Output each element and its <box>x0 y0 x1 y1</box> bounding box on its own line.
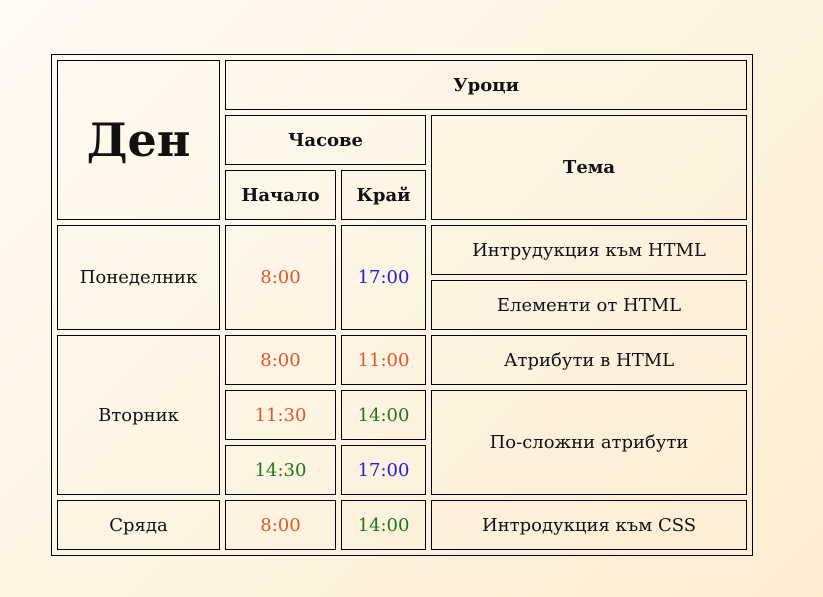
end-cell-tuesday-1: 11:00 <box>341 335 426 385</box>
end-cell-tuesday-2: 14:00 <box>341 390 426 440</box>
end-cell-wednesday: 14:00 <box>341 500 426 550</box>
start-cell-tuesday-3: 14:30 <box>225 445 336 495</box>
topic-cell-tuesday-2: По-сложни атрибути <box>431 390 748 495</box>
end-header: Край <box>341 170 426 220</box>
hours-header: Часове <box>225 115 426 165</box>
day-cell-monday: Понеделник <box>57 225 220 330</box>
topic-cell-monday-1: Интрудукция към HTML <box>431 225 748 275</box>
day-header: Ден <box>57 60 220 220</box>
start-cell-tuesday-1: 8:00 <box>225 335 336 385</box>
start-cell-monday: 8:00 <box>225 225 336 330</box>
topic-cell-tuesday-1: Атрибути в HTML <box>431 335 748 385</box>
start-cell-wednesday: 8:00 <box>225 500 336 550</box>
topic-cell-wednesday: Интродукция към CSS <box>431 500 748 550</box>
start-header: Начало <box>225 170 336 220</box>
schedule-table: Ден Уроци Часове Тема Начало Край Понеде… <box>51 54 754 556</box>
end-cell-monday: 17:00 <box>341 225 426 330</box>
topic-cell-monday-2: Елементи от HTML <box>431 280 748 330</box>
start-cell-tuesday-2: 11:30 <box>225 390 336 440</box>
day-cell-wednesday: Сряда <box>57 500 220 550</box>
lessons-header: Уроци <box>225 60 748 110</box>
end-cell-tuesday-3: 17:00 <box>341 445 426 495</box>
day-cell-tuesday: Вторник <box>57 335 220 495</box>
topic-header: Тема <box>431 115 748 220</box>
